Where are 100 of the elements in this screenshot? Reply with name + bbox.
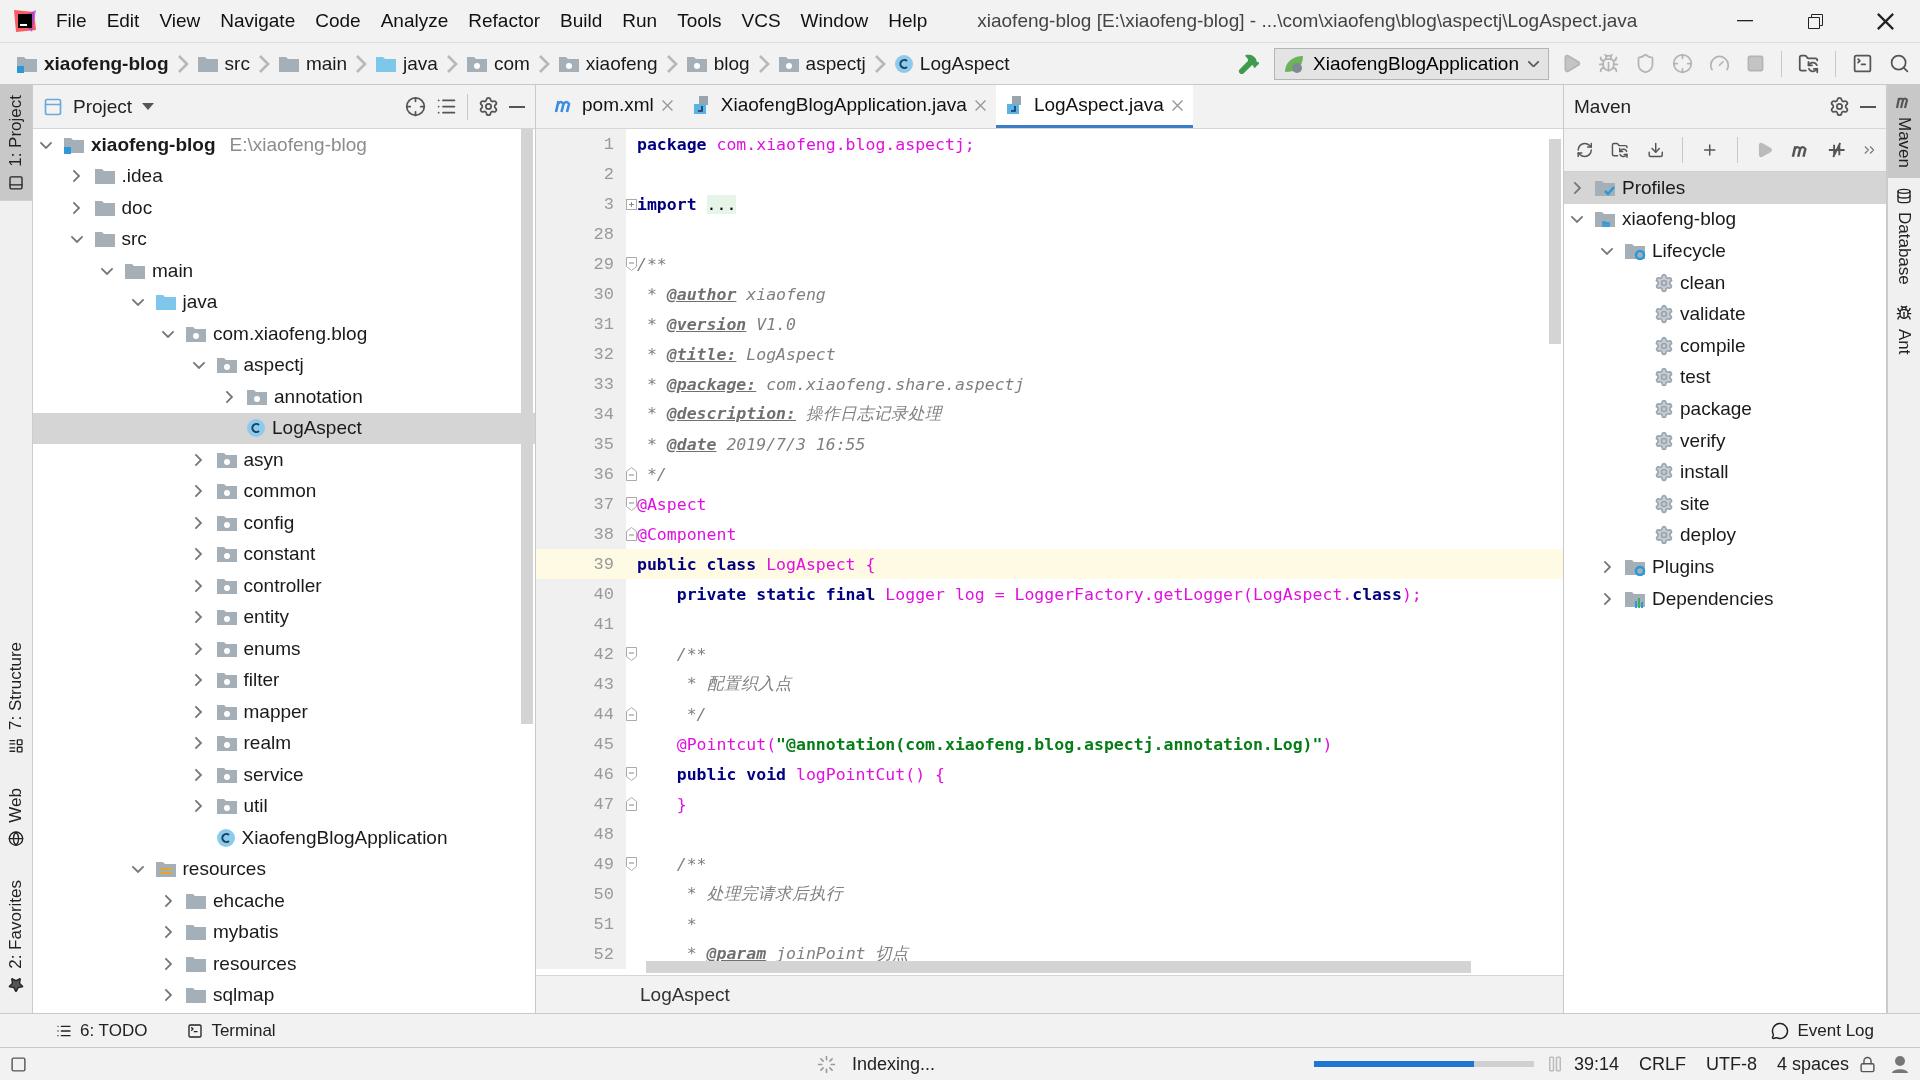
build-hammer-icon[interactable] <box>1238 52 1260 75</box>
indent-setting[interactable]: 4 spaces <box>1776 1053 1849 1075</box>
locate-icon[interactable] <box>405 96 426 117</box>
search-icon[interactable] <box>1889 53 1910 74</box>
tree-item[interactable]: doc <box>33 192 535 224</box>
breadcrumb-item[interactable]: src <box>194 50 252 77</box>
refresh-icon[interactable] <box>1576 140 1594 160</box>
menu-item[interactable]: Tools <box>667 0 732 42</box>
fold-marker-icon[interactable] <box>626 647 637 661</box>
tool-window-tab[interactable]: Database <box>1888 178 1920 295</box>
close-tab-icon[interactable] <box>661 99 673 111</box>
scrollbar-thumb[interactable] <box>521 129 533 724</box>
tree-item[interactable]: xiaofeng-blog E:\xiaofeng-blog <box>33 129 535 161</box>
menu-item[interactable]: View <box>149 0 211 42</box>
run-window-icon[interactable] <box>1852 53 1873 74</box>
lock-icon[interactable] <box>1859 1055 1876 1073</box>
file-encoding[interactable]: UTF-8 <box>1705 1053 1757 1075</box>
tree-item[interactable]: validate <box>1564 298 1886 330</box>
tree-item[interactable]: enums <box>33 633 535 665</box>
panel-toggle-icon[interactable] <box>10 1055 27 1073</box>
tree-item[interactable]: realm <box>33 727 535 759</box>
tool-window-tab[interactable]: 1: Project <box>0 85 32 201</box>
menu-item[interactable]: Code <box>305 0 371 42</box>
settings-icon[interactable] <box>1829 96 1850 117</box>
tree-item[interactable]: mapper <box>33 696 535 728</box>
tree-item[interactable]: com.xiaofeng.blog <box>33 318 535 350</box>
tree-item[interactable]: site <box>1564 487 1886 520</box>
caret-position[interactable]: 39:14 <box>1573 1053 1619 1075</box>
tool-window-tab[interactable]: Web <box>0 777 32 857</box>
tool-window-tab[interactable]: 2: Favorites <box>0 870 32 1003</box>
tree-item[interactable]: src <box>33 223 535 255</box>
close-tab-icon[interactable] <box>1171 99 1183 111</box>
editor-tab[interactable]: LogAspect.java <box>995 85 1193 128</box>
tree-item[interactable]: resources <box>33 948 535 980</box>
tree-item[interactable]: LogAspect <box>33 412 535 444</box>
download-icon[interactable] <box>1646 140 1665 160</box>
tree-item[interactable]: xiaofeng-blog <box>1564 203 1886 236</box>
tree-item[interactable]: controller <box>33 570 535 602</box>
menu-item[interactable]: Edit <box>96 0 150 42</box>
editor-tab[interactable]: XiaofengBlogApplication.java <box>682 85 996 128</box>
unfold-marker-icon[interactable] <box>626 198 637 210</box>
menu-item[interactable]: Build <box>550 0 613 42</box>
breadcrumb-item[interactable]: LogAspect <box>891 50 1012 77</box>
breadcrumb-item[interactable]: xiaofeng-blog <box>14 50 171 77</box>
settings-icon[interactable] <box>478 96 499 117</box>
breadcrumb-item[interactable]: blog <box>683 50 752 77</box>
fold-marker-icon[interactable] <box>626 797 637 811</box>
tool-window-tab[interactable]: 7: Structure <box>0 631 32 764</box>
tree-item[interactable]: Profiles <box>1564 172 1886 204</box>
tree-item[interactable]: package <box>1564 393 1886 425</box>
hide-icon[interactable] <box>1860 105 1876 108</box>
fold-marker-icon[interactable] <box>626 767 637 781</box>
fold-marker-icon[interactable] <box>626 497 637 511</box>
tool-window-button[interactable]: 6: TODO <box>50 1019 154 1042</box>
tree-item[interactable]: sqlmap <box>33 979 535 1011</box>
close-tab-icon[interactable] <box>974 99 986 111</box>
tree-item[interactable]: common <box>33 475 535 507</box>
tree-item[interactable]: deploy <box>1564 519 1886 552</box>
fold-marker-icon[interactable] <box>626 257 637 271</box>
menu-item[interactable]: Navigate <box>210 0 306 42</box>
menu-item[interactable]: Help <box>878 0 938 42</box>
run-configuration-select[interactable]: XiaofengBlogApplication <box>1274 47 1549 80</box>
fold-marker-icon[interactable] <box>626 707 637 721</box>
caret-icon[interactable] <box>142 103 155 110</box>
menu-item[interactable]: VCS <box>731 0 791 42</box>
tree-item[interactable]: Lifecycle <box>1564 235 1886 267</box>
tree-item[interactable]: ehcache <box>33 885 535 917</box>
tree-item[interactable]: aspectj <box>33 349 535 381</box>
more-icon[interactable] <box>1863 145 1874 155</box>
scrollbar-thumb[interactable] <box>1549 139 1561 344</box>
tree-item[interactable]: entity <box>33 601 535 633</box>
tree-item[interactable]: asyn <box>33 444 535 476</box>
tree-item[interactable]: clean <box>1564 266 1886 299</box>
tree-item[interactable]: main <box>33 255 535 287</box>
menu-item[interactable]: Analyze <box>370 0 459 42</box>
breadcrumb-item[interactable]: xiaofeng <box>555 50 660 77</box>
tree-item[interactable]: Dependencies <box>1564 582 1886 615</box>
line-separator[interactable]: CRLF <box>1638 1053 1686 1075</box>
tree-item[interactable]: Plugins <box>1564 551 1886 583</box>
tool-window-tab[interactable]: Maven <box>1888 85 1920 179</box>
menu-item[interactable]: Window <box>790 0 879 42</box>
breadcrumb-item[interactable]: main <box>275 50 350 77</box>
project-structure-icon[interactable] <box>1798 53 1819 74</box>
fold-marker-icon[interactable] <box>626 857 637 871</box>
breadcrumb-item[interactable]: java <box>373 50 440 77</box>
menu-item[interactable]: Refactor <box>458 0 551 42</box>
editor-breadcrumb[interactable]: LogAspect <box>640 983 730 1006</box>
breadcrumb-item[interactable]: com <box>463 50 532 77</box>
tree-item[interactable]: test <box>1564 361 1886 394</box>
tree-item[interactable]: install <box>1564 456 1886 488</box>
tool-window-tab[interactable]: Ant <box>1888 294 1920 365</box>
tree-item[interactable]: compile <box>1564 329 1886 362</box>
tree-item[interactable]: annotation <box>33 381 535 413</box>
tree-item[interactable]: filter <box>33 664 535 696</box>
menu-item[interactable]: File <box>46 0 97 42</box>
panel-title[interactable]: Project <box>73 95 133 118</box>
tree-item[interactable]: .idea <box>33 160 535 192</box>
tree-item[interactable]: java <box>33 286 535 318</box>
event-log-button[interactable]: Event Log <box>1765 1019 1880 1042</box>
tree-item[interactable]: config <box>33 507 535 539</box>
